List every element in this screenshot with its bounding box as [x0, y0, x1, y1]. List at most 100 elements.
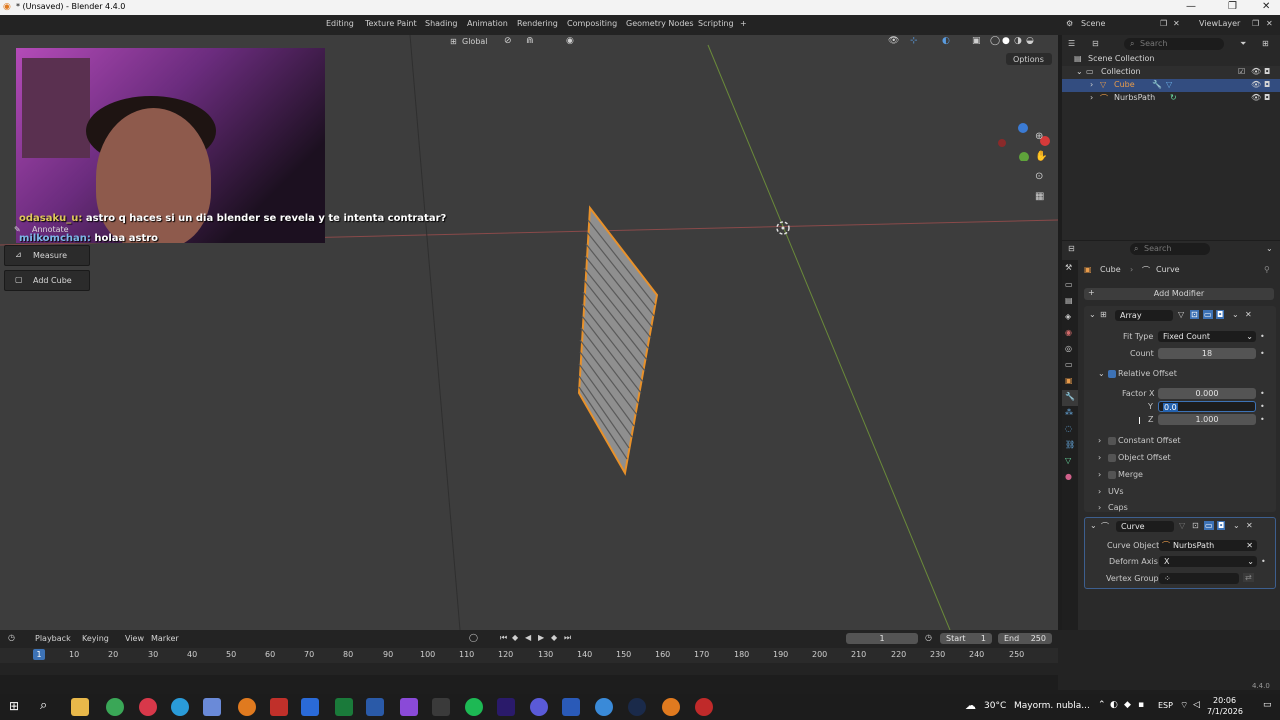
- next-keyframe-icon[interactable]: ◆: [551, 633, 557, 642]
- recorder-icon[interactable]: [270, 698, 288, 716]
- collection-row[interactable]: ⌄ ▭ Collection ☑ 👁 ◘: [1062, 66, 1280, 79]
- timeline-ruler[interactable]: 1 10 20 30 40 50 60 70 80 90 100 110 120…: [0, 648, 1058, 663]
- tray-icon[interactable]: ▪: [1138, 700, 1144, 710]
- blender-taskbar-icon[interactable]: [238, 698, 256, 716]
- app-icon[interactable]: [400, 698, 418, 716]
- modifier-menu-icon[interactable]: ⌄: [1232, 310, 1239, 319]
- opera-icon[interactable]: [139, 698, 157, 716]
- expand-icon[interactable]: ›: [1098, 453, 1101, 462]
- gizmo-icon[interactable]: ⊹: [910, 36, 918, 46]
- expand-icon[interactable]: ›: [1098, 470, 1101, 479]
- camera-icon[interactable]: ⊙: [1035, 171, 1049, 191]
- scene-tab-icon[interactable]: ◉: [1062, 326, 1078, 342]
- end-frame-field[interactable]: End 250: [998, 633, 1052, 644]
- tab-texture-paint[interactable]: Texture Paint: [365, 19, 417, 28]
- tool-annotate[interactable]: ✎ Annotate: [4, 223, 90, 241]
- outliner-item-nurbspath[interactable]: › ⌒ NurbsPath ↻ 👁 ◘: [1062, 92, 1280, 105]
- constant-offset-checkbox[interactable]: [1108, 437, 1116, 445]
- photos-icon[interactable]: [301, 698, 319, 716]
- maximize-icon[interactable]: ❐: [1228, 1, 1237, 12]
- keyframe-dot-icon[interactable]: •: [1260, 415, 1265, 424]
- search-icon[interactable]: ⌕: [40, 698, 47, 713]
- material-shading-icon[interactable]: ◑: [1014, 36, 1022, 46]
- fan-app-icon[interactable]: [203, 698, 221, 716]
- camera-render-icon[interactable]: ◘: [1264, 67, 1270, 76]
- tool-add-cube[interactable]: ▢ Add Cube: [4, 270, 90, 291]
- file-explorer-icon[interactable]: [71, 698, 89, 716]
- tray-chevron-icon[interactable]: ⌃: [1098, 700, 1106, 710]
- object-tab-icon[interactable]: ▣: [1062, 374, 1078, 390]
- menu-view[interactable]: View: [125, 634, 144, 643]
- snap-icon[interactable]: ⋒: [526, 36, 534, 46]
- data-tab-icon[interactable]: ▽: [1062, 454, 1078, 470]
- chrome-icon[interactable]: [106, 698, 124, 716]
- editor-type-icon[interactable]: ◷: [8, 633, 15, 642]
- edit-mode-icon[interactable]: ⊡: [1191, 521, 1200, 530]
- output-tab-icon[interactable]: ▤: [1062, 294, 1078, 310]
- eye-icon[interactable]: 👁: [1251, 80, 1261, 89]
- viewport-display-icon[interactable]: ▭: [1204, 521, 1214, 530]
- merge-subpanel[interactable]: › Merge: [1098, 470, 1268, 482]
- properties-search-input[interactable]: ⌕ Search: [1130, 243, 1210, 255]
- material-tab-icon[interactable]: ●: [1062, 470, 1078, 486]
- expand-icon[interactable]: ›: [1098, 503, 1101, 512]
- blender-active-icon[interactable]: [662, 698, 680, 716]
- outliner-item-cube[interactable]: › ▽ Cube 🔧 ▽ 👁 ◘: [1062, 79, 1280, 92]
- modifier-tab-icon[interactable]: 🔧: [1062, 390, 1078, 406]
- edit-mode-icon[interactable]: ⊡: [1190, 310, 1199, 319]
- after-effects-icon[interactable]: [497, 698, 515, 716]
- obs-icon[interactable]: [695, 698, 713, 716]
- visibility-icon[interactable]: 👁: [888, 36, 899, 46]
- scene-collection-row[interactable]: ▤ Scene Collection: [1062, 53, 1280, 66]
- merge-checkbox[interactable]: [1108, 471, 1116, 479]
- menu-playback[interactable]: Playback: [35, 634, 71, 643]
- vs-icon[interactable]: [366, 698, 384, 716]
- object-offset-checkbox[interactable]: [1108, 454, 1116, 462]
- transform-orientation-dropdown[interactable]: Global: [462, 37, 488, 46]
- editor-type-icon[interactable]: ⊟: [1068, 244, 1075, 253]
- editor-type-icon[interactable]: ☰: [1068, 39, 1075, 48]
- tab-scripting[interactable]: Scripting: [698, 19, 734, 28]
- tray-icon[interactable]: ◐: [1110, 700, 1118, 710]
- playhead[interactable]: 1: [33, 649, 45, 660]
- chevron-down-icon[interactable]: ⌄: [1266, 244, 1273, 253]
- eye-icon[interactable]: 👁: [1251, 67, 1261, 76]
- collapse-icon[interactable]: ⌄: [1098, 369, 1105, 378]
- prev-keyframe-icon[interactable]: ◆: [512, 633, 518, 642]
- notification-icon[interactable]: ▭: [1263, 700, 1272, 710]
- curve-modifier-header[interactable]: ⌄ ⌒ Curve ▽ ⊡ ▭ ◘ ⌄ ✕: [1085, 521, 1277, 535]
- start-frame-field[interactable]: Start 1: [940, 633, 992, 644]
- expand-icon[interactable]: ›: [1090, 80, 1093, 89]
- clear-icon[interactable]: ✕: [1246, 540, 1253, 551]
- weather-desc[interactable]: Mayorm. nubla...: [1014, 701, 1090, 711]
- vertex-group-field[interactable]: ⁘: [1159, 573, 1239, 584]
- tab-shading[interactable]: Shading: [425, 19, 458, 28]
- network-icon[interactable]: ⌔: [1180, 700, 1188, 711]
- 3d-viewport[interactable]: Options ⊕ ✋ ⊙ ▦: [0, 35, 1058, 630]
- add-workspace-icon[interactable]: +: [740, 19, 747, 28]
- delete-modifier-icon[interactable]: ✕: [1246, 521, 1253, 530]
- app-icon[interactable]: [595, 698, 613, 716]
- keyframe-dot-icon[interactable]: •: [1261, 557, 1266, 566]
- clock-time[interactable]: 20:06: [1213, 696, 1236, 705]
- constraints-tab-icon[interactable]: ⛓: [1062, 438, 1078, 454]
- invert-icon[interactable]: ⇄: [1243, 573, 1254, 582]
- scene-copy-icon[interactable]: ❐: [1160, 19, 1167, 28]
- close-icon[interactable]: ✕: [1262, 1, 1270, 12]
- on-cage-icon[interactable]: ▽: [1179, 521, 1185, 530]
- camera-render-icon[interactable]: ◘: [1264, 80, 1270, 89]
- minimize-icon[interactable]: —: [1186, 1, 1196, 12]
- weather-temp[interactable]: 30°C: [984, 701, 1006, 711]
- menu-marker[interactable]: Marker: [151, 634, 179, 643]
- tab-animation[interactable]: Animation: [467, 19, 508, 28]
- edge-icon[interactable]: [171, 698, 189, 716]
- constant-offset-subpanel[interactable]: › Constant Offset: [1098, 436, 1268, 448]
- solid-shading-icon[interactable]: ●: [1002, 36, 1010, 46]
- deform-axis-select[interactable]: X ⌄: [1159, 556, 1257, 567]
- menu-keying[interactable]: Keying: [82, 634, 109, 643]
- tab-geometry-nodes[interactable]: Geometry Nodes: [626, 19, 693, 28]
- delete-modifier-icon[interactable]: ✕: [1245, 310, 1252, 319]
- fit-type-select[interactable]: Fixed Count ⌄: [1158, 331, 1256, 342]
- viewport-display-icon[interactable]: ▭: [1203, 310, 1213, 319]
- view-layer-tab-icon[interactable]: ◈: [1062, 310, 1078, 326]
